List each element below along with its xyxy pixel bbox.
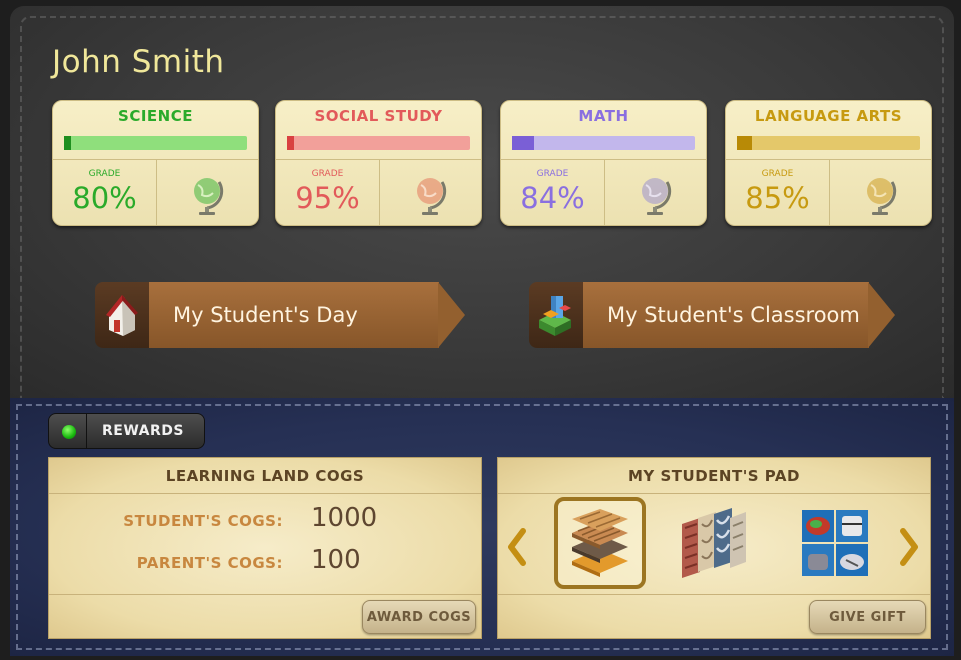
progress-fill xyxy=(64,136,72,150)
globe-icon xyxy=(642,178,672,215)
student-name: John Smith xyxy=(52,44,225,80)
layered-tiles-icon xyxy=(572,509,628,577)
subject-title: SOCIAL STUDY xyxy=(314,107,443,125)
divider xyxy=(379,159,380,225)
rewards-label: REWARDS xyxy=(102,423,184,439)
students-cogs-value: 1000 xyxy=(311,503,378,533)
globe-icon xyxy=(417,178,447,215)
progress-bar xyxy=(64,136,247,150)
chevron-left-icon[interactable] xyxy=(505,527,529,567)
divider xyxy=(156,159,157,225)
pad-item-furniture-set[interactable] xyxy=(796,504,874,582)
globe-icon xyxy=(867,178,897,215)
subject-card-science[interactable]: SCIENCE GRADE 80% xyxy=(52,100,259,226)
divider xyxy=(49,493,481,494)
subject-card-math[interactable]: MATH GRADE 84% xyxy=(500,100,707,226)
grade-value: 84% xyxy=(520,181,585,215)
pad-item-wallpaper-swatches[interactable] xyxy=(676,504,754,582)
my-students-classroom-label: My Student's Classroom xyxy=(583,282,869,348)
my-students-classroom-button[interactable]: My Student's Classroom xyxy=(529,282,895,348)
panel-title: LEARNING LAND COGS xyxy=(165,467,365,485)
progress-bar xyxy=(737,136,920,150)
divider xyxy=(498,493,930,494)
status-led-icon xyxy=(62,425,76,439)
subject-card-language-arts[interactable]: LANGUAGE ARTS GRADE 85% xyxy=(725,100,932,226)
grade-value: 80% xyxy=(72,181,137,215)
progress-fill xyxy=(287,136,295,150)
globe-icon xyxy=(194,178,224,215)
divider xyxy=(829,159,830,225)
icon-box xyxy=(529,282,583,348)
learning-land-cogs-panel: LEARNING LAND COGS STUDENT'S COGS: 1000 … xyxy=(48,457,482,639)
parents-cogs-value: 100 xyxy=(311,545,361,575)
my-students-day-button[interactable]: My Student's Day xyxy=(95,282,465,348)
pad-item-layered-tiles[interactable] xyxy=(554,497,646,589)
divider xyxy=(604,159,605,225)
house-icon xyxy=(106,295,138,336)
progress-bar xyxy=(512,136,695,150)
classroom-blocks-icon xyxy=(539,296,571,336)
panel-title: MY STUDENT'S PAD xyxy=(627,467,800,485)
grade-label: GRADE xyxy=(536,169,569,179)
grade-value: 85% xyxy=(745,181,810,215)
grade-label: GRADE xyxy=(311,169,344,179)
divider xyxy=(86,414,87,448)
subject-card-social-study[interactable]: SOCIAL STUDY GRADE 95% xyxy=(275,100,482,226)
award-cogs-button[interactable]: AWARD COGS xyxy=(362,600,476,634)
give-gift-button[interactable]: GIVE GIFT xyxy=(809,600,926,634)
progress-fill xyxy=(512,136,534,150)
arrow-tip xyxy=(438,282,465,348)
subject-title: LANGUAGE ARTS xyxy=(754,107,903,125)
divider xyxy=(49,594,481,595)
wallpaper-swatches-icon xyxy=(682,508,746,578)
students-cogs-label: STUDENT'S COGS: xyxy=(123,512,283,530)
parents-cogs-label: PARENT'S COGS: xyxy=(136,554,283,572)
grade-label: GRADE xyxy=(88,169,121,179)
divider xyxy=(498,594,930,595)
rewards-toggle[interactable]: REWARDS xyxy=(48,413,205,449)
chevron-right-icon[interactable] xyxy=(897,527,921,567)
subject-title: SCIENCE xyxy=(118,107,193,125)
grade-value: 95% xyxy=(295,181,360,215)
arrow-tip xyxy=(868,282,895,348)
grade-label: GRADE xyxy=(761,169,794,179)
furniture-set-icon xyxy=(802,510,868,576)
progress-bar xyxy=(287,136,470,150)
progress-fill xyxy=(737,136,752,150)
icon-box xyxy=(95,282,149,348)
my-students-day-label: My Student's Day xyxy=(149,282,439,348)
subject-title: MATH xyxy=(578,107,629,125)
